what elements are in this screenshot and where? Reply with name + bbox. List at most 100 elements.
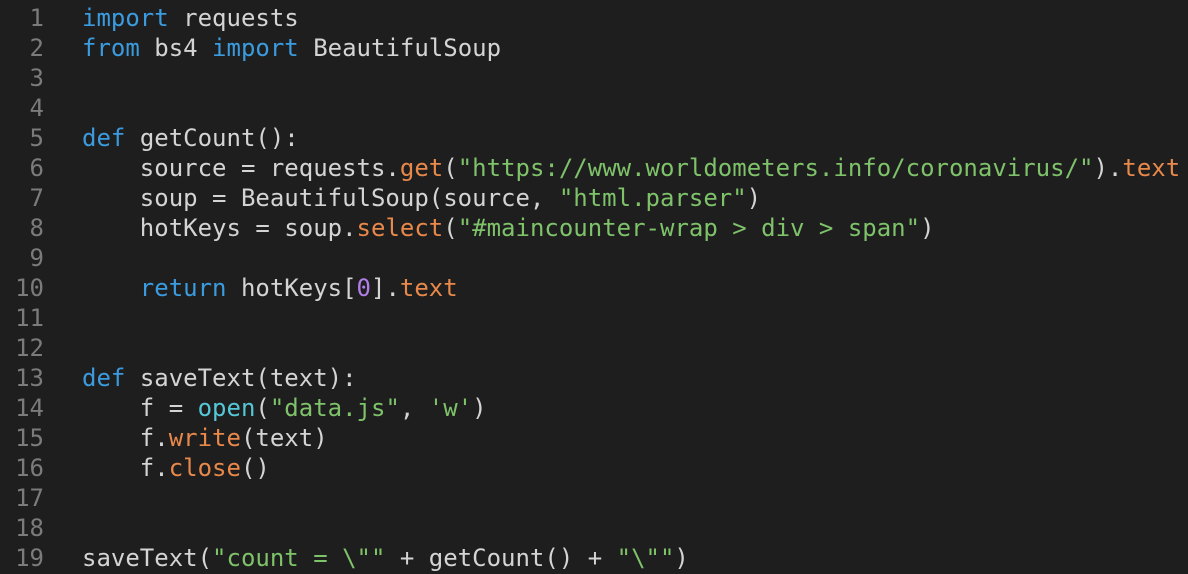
code-token-plain: BeautifulSoup bbox=[298, 34, 502, 62]
code-line[interactable]: 15 f.write(text) bbox=[0, 423, 1188, 453]
code-token-plain: ) bbox=[746, 184, 762, 212]
code-token-plain: ) bbox=[472, 394, 487, 422]
line-number: 1 bbox=[29, 4, 44, 32]
line-number: 13 bbox=[15, 364, 44, 392]
code-text[interactable]: hotKeys = soup.select("#maincounter-wrap… bbox=[82, 213, 935, 243]
code-token-plain: + getCount() + bbox=[385, 544, 617, 572]
code-token-string: "count = \"" bbox=[212, 544, 386, 572]
code-token-plain: , bbox=[399, 394, 429, 422]
code-token-method: text bbox=[1122, 154, 1181, 182]
line-number: 4 bbox=[29, 94, 44, 122]
code-line[interactable]: 6 source = requests.get("https://www.wor… bbox=[0, 153, 1188, 183]
code-text[interactable]: return hotKeys[0].text bbox=[82, 273, 458, 303]
code-line[interactable]: 10 return hotKeys[0].text bbox=[0, 273, 1188, 303]
code-line[interactable]: 8 hotKeys = soup.select("#maincounter-wr… bbox=[0, 213, 1188, 243]
code-token-method: select bbox=[356, 214, 444, 242]
line-number: 15 bbox=[15, 424, 44, 452]
code-line[interactable]: 4 bbox=[0, 93, 1188, 123]
code-token-keyword: return bbox=[139, 274, 227, 302]
line-number: 8 bbox=[29, 214, 44, 242]
code-token-string: "#maincounter-wrap > div > span" bbox=[457, 214, 921, 242]
code-line[interactable]: 18 bbox=[0, 513, 1188, 543]
code-line[interactable]: 2 from bs4 import BeautifulSoup bbox=[0, 33, 1188, 63]
code-token-keyword: def bbox=[82, 364, 126, 392]
code-line[interactable]: 16 f.close() bbox=[0, 453, 1188, 483]
code-token-plain: hotKeys = soup. bbox=[82, 214, 357, 242]
code-token-string: 'w' bbox=[428, 394, 473, 422]
code-text[interactable]: f = open("data.js", 'w') bbox=[82, 393, 487, 423]
code-token-plain: (text) bbox=[240, 424, 328, 452]
code-text[interactable]: f.write(text) bbox=[82, 423, 328, 453]
code-text[interactable]: saveText("count = \"" + getCount() + "\"… bbox=[82, 543, 689, 573]
code-token-keyword: def bbox=[82, 124, 126, 152]
code-text[interactable]: def getCount(): bbox=[82, 123, 299, 153]
line-number: 3 bbox=[29, 64, 44, 92]
code-line[interactable]: 13 def saveText(text): bbox=[0, 363, 1188, 393]
line-number: 2 bbox=[29, 34, 44, 62]
code-token-plain: ( bbox=[443, 214, 458, 242]
code-token-method: write bbox=[168, 424, 241, 452]
line-number: 16 bbox=[15, 454, 44, 482]
code-token-plain: ]. bbox=[371, 274, 400, 302]
line-number: 17 bbox=[15, 484, 44, 512]
code-line[interactable]: 9 bbox=[0, 243, 1188, 273]
code-token-string: "https://www.worldometers.info/coronavir… bbox=[457, 154, 1094, 182]
line-number: 5 bbox=[29, 124, 44, 152]
line-number: 19 bbox=[15, 544, 44, 572]
code-token-plain: f. bbox=[82, 424, 169, 452]
code-line[interactable]: 3 bbox=[0, 63, 1188, 93]
code-token-builtin: open bbox=[197, 394, 256, 422]
code-line[interactable]: 14 f = open("data.js", 'w') bbox=[0, 393, 1188, 423]
line-number: 6 bbox=[29, 154, 44, 182]
code-text[interactable]: from bs4 import BeautifulSoup bbox=[82, 33, 501, 63]
code-token-number: 0 bbox=[356, 274, 371, 302]
code-token-method: text bbox=[399, 274, 458, 302]
code-token-plain: ). bbox=[1093, 154, 1123, 182]
code-line[interactable]: 5 def getCount(): bbox=[0, 123, 1188, 153]
code-token-func: getCount bbox=[139, 124, 256, 152]
code-line[interactable]: 19 saveText("count = \"" + getCount() + "… bbox=[0, 543, 1188, 573]
code-token-keyword: from bbox=[82, 34, 140, 62]
code-line[interactable]: 11 bbox=[0, 303, 1188, 333]
code-token-func: saveText bbox=[139, 364, 256, 392]
code-text[interactable]: f.close() bbox=[82, 453, 270, 483]
code-token-string: "\"" bbox=[616, 544, 675, 572]
code-text[interactable]: source = requests.get("https://www.world… bbox=[82, 153, 1180, 183]
code-editor[interactable]: 1 import requests 2 from bs4 import Beautif… bbox=[0, 3, 1188, 573]
code-token-string: "html.parser" bbox=[558, 184, 747, 212]
line-number: 11 bbox=[15, 304, 44, 332]
code-line[interactable]: 7 soup = BeautifulSoup(source, "html.par… bbox=[0, 183, 1188, 213]
code-token-plain: requests bbox=[168, 4, 299, 32]
code-token-method: get bbox=[399, 154, 444, 182]
code-token-plain: soup = BeautifulSoup(source, bbox=[82, 184, 559, 212]
code-token-keyword: import bbox=[212, 34, 299, 62]
code-token-plain: saveText( bbox=[82, 544, 213, 572]
code-token-string: "data.js" bbox=[269, 394, 400, 422]
code-line[interactable]: 12 bbox=[0, 333, 1188, 363]
code-token-plain: source = requests. bbox=[82, 154, 400, 182]
code-text[interactable]: def saveText(text): bbox=[82, 363, 357, 393]
code-token-plain: hotKeys[ bbox=[226, 274, 357, 302]
code-token-plain: ) bbox=[920, 214, 935, 242]
code-text[interactable]: soup = BeautifulSoup(source, "html.parse… bbox=[82, 183, 761, 213]
code-token-plain: f = bbox=[82, 394, 198, 422]
code-token-plain: ( bbox=[443, 154, 458, 182]
line-number: 12 bbox=[15, 334, 44, 362]
code-token-plain: (): bbox=[255, 124, 299, 152]
code-token-plain: bs4 bbox=[139, 34, 213, 62]
code-token-keyword: import bbox=[82, 4, 169, 32]
line-number: 14 bbox=[15, 394, 44, 422]
code-token-plain: () bbox=[240, 454, 270, 482]
code-token-plain: (text): bbox=[255, 364, 357, 392]
code-token-plain: ( bbox=[255, 394, 270, 422]
code-text[interactable]: import requests bbox=[82, 3, 299, 33]
code-token-plain: ) bbox=[674, 544, 689, 572]
line-number: 7 bbox=[29, 184, 44, 212]
code-token-method: close bbox=[168, 454, 241, 482]
line-number: 9 bbox=[29, 244, 44, 272]
code-line[interactable]: 1 import requests bbox=[0, 3, 1188, 33]
code-line[interactable]: 17 bbox=[0, 483, 1188, 513]
